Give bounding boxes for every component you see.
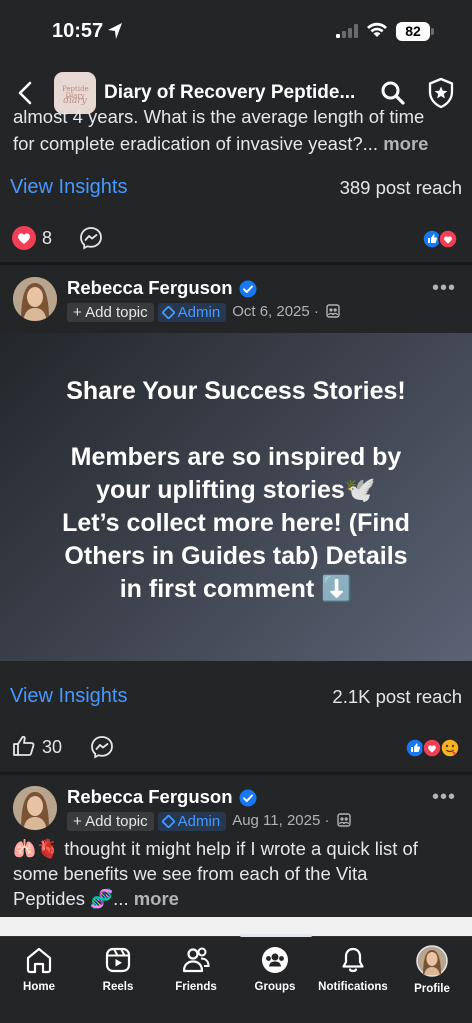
messenger-icon[interactable] (79, 226, 103, 250)
nav-profile[interactable]: Profile (393, 945, 471, 995)
nav-label-profile: Profile (414, 983, 450, 995)
nav-label-friends: Friends (175, 981, 217, 993)
post-2-banner[interactable]: Share Your Success Stories! Members are … (0, 333, 472, 661)
reels-icon (105, 947, 131, 973)
love-reaction-icon[interactable] (12, 226, 36, 250)
post-1-insights-row: View Insights 389 post reach (0, 176, 472, 216)
post-1-text: almost 4 years. What is the average leng… (13, 110, 463, 158)
post-3-line-2: some benefits we see from each of the Vi… (13, 863, 368, 884)
author-avatar[interactable] (13, 786, 57, 830)
nav-active-indicator (240, 934, 312, 937)
bottom-navigation: Home Reels Friends Groups Notifications … (0, 934, 472, 1023)
like-icon[interactable] (12, 734, 36, 758)
nav-label-home: Home (23, 981, 55, 993)
post-3-line-1: 🫁🫀 thought it might help if I wrote a qu… (13, 838, 418, 859)
banner-line-2: Members are so inspired by (70, 443, 402, 471)
messenger-icon[interactable] (90, 735, 114, 759)
nav-home[interactable]: Home (0, 945, 78, 993)
post-3-line-3: Peptides 🧬... (13, 888, 129, 909)
nav-notifications[interactable]: Notifications (314, 945, 392, 993)
group-thumb-line2: diary (63, 96, 87, 106)
post-2-author-row: Rebecca Ferguson + Add topic Admin Oct 6, … (0, 275, 472, 331)
home-icon (26, 947, 52, 974)
reaction-count: 8 (42, 228, 53, 248)
admin-label: Admin (177, 304, 221, 321)
nav-label-groups: Groups (254, 981, 296, 993)
groups-icon (262, 947, 288, 973)
see-more-link[interactable]: more (383, 133, 428, 154)
nav-label-notifications: Notifications (318, 981, 388, 993)
reaction-summary-icons[interactable] (405, 737, 461, 759)
banner-line-4: Let’s collect more here! (Find (62, 509, 410, 537)
group-audience-icon (326, 304, 340, 318)
back-chevron-icon[interactable] (14, 80, 36, 106)
nav-friends[interactable]: Friends (157, 945, 235, 993)
status-bar: 10:57 82 (0, 0, 472, 62)
battery-indicator: 82 (396, 22, 430, 41)
cellular-signal-icon (336, 24, 358, 38)
wifi-icon (367, 22, 387, 37)
admin-diamond-icon (160, 305, 176, 320)
post-2-reactions-row: 30 (0, 732, 472, 766)
post-options-icon[interactable]: ••• (432, 786, 456, 809)
banner-line-1: Share Your Success Stories! (66, 377, 406, 405)
add-topic-chip[interactable]: + Add topic (67, 812, 154, 831)
view-insights-link[interactable]: View Insights (10, 176, 127, 199)
post-3-image-preview[interactable] (0, 917, 472, 937)
admin-badge: Admin (157, 303, 227, 322)
post-date: Aug 11, 2025 · (232, 812, 330, 829)
admin-shield-icon[interactable] (427, 77, 455, 109)
avatar-image (13, 786, 57, 830)
post-3-text: 🫁🫀 thought it might help if I wrote a qu… (13, 836, 463, 911)
battery-tip (431, 28, 434, 35)
post-meta: + Add topic Admin Oct 6, 2025 · (67, 303, 340, 323)
post-options-icon[interactable]: ••• (432, 277, 456, 300)
group-thumbnail[interactable]: Peptide Diary diary (54, 72, 96, 114)
banner-text: Share Your Success Stories! Members are … (20, 375, 452, 606)
group-title[interactable]: Diary of Recovery Peptide... (104, 82, 355, 104)
reaction-summary-icons[interactable] (422, 229, 460, 249)
post-divider (0, 772, 472, 775)
verified-badge-icon (239, 789, 257, 807)
reaction-count: 30 (42, 737, 63, 757)
post-divider (0, 262, 472, 265)
author-name[interactable]: Rebecca Ferguson (67, 786, 233, 808)
banner-line-5: Others in Guides tab) Details (64, 542, 408, 570)
verified-badge-icon (239, 280, 257, 298)
nav-groups[interactable]: Groups (236, 945, 314, 993)
avatar-image (13, 277, 57, 321)
post-1-reactions-row: 8 (0, 223, 472, 257)
location-arrow-icon (108, 23, 122, 39)
post-3-author-row: Rebecca Ferguson + Add topic Admin Aug 11,… (0, 784, 472, 840)
view-insights-link[interactable]: View Insights (10, 685, 127, 708)
post-2-insights-row: View Insights 2.1K post reach (0, 685, 472, 725)
nav-reels[interactable]: Reels (79, 945, 157, 993)
post-reach: 389 post reach (339, 177, 462, 198)
profile-avatar (416, 945, 448, 977)
post-1-line-2: for complete eradication of invasive yea… (13, 133, 379, 154)
search-icon[interactable] (380, 80, 406, 106)
admin-diamond-icon (160, 814, 176, 829)
author-name[interactable]: Rebecca Ferguson (67, 277, 233, 299)
banner-line-3: your uplifting stories🕊️ (96, 476, 376, 504)
author-avatar[interactable] (13, 277, 57, 321)
admin-badge: Admin (157, 812, 227, 831)
post-date: Oct 6, 2025 · (232, 303, 319, 320)
bell-icon (342, 947, 364, 973)
banner-line-6: in first comment ⬇️ (119, 575, 353, 603)
admin-label: Admin (177, 813, 221, 830)
add-topic-chip[interactable]: + Add topic (67, 303, 154, 322)
nav-label-reels: Reels (102, 981, 134, 993)
group-audience-icon (336, 813, 351, 827)
post-1-line-1: almost 4 years. What is the average leng… (13, 110, 425, 127)
post-reach: 2.1K post reach (332, 686, 462, 707)
post-meta: + Add topic Admin Aug 11, 2025 · (67, 812, 351, 832)
friends-icon (182, 947, 210, 973)
see-more-link[interactable]: more (134, 888, 179, 909)
status-time: 10:57 (52, 20, 104, 42)
